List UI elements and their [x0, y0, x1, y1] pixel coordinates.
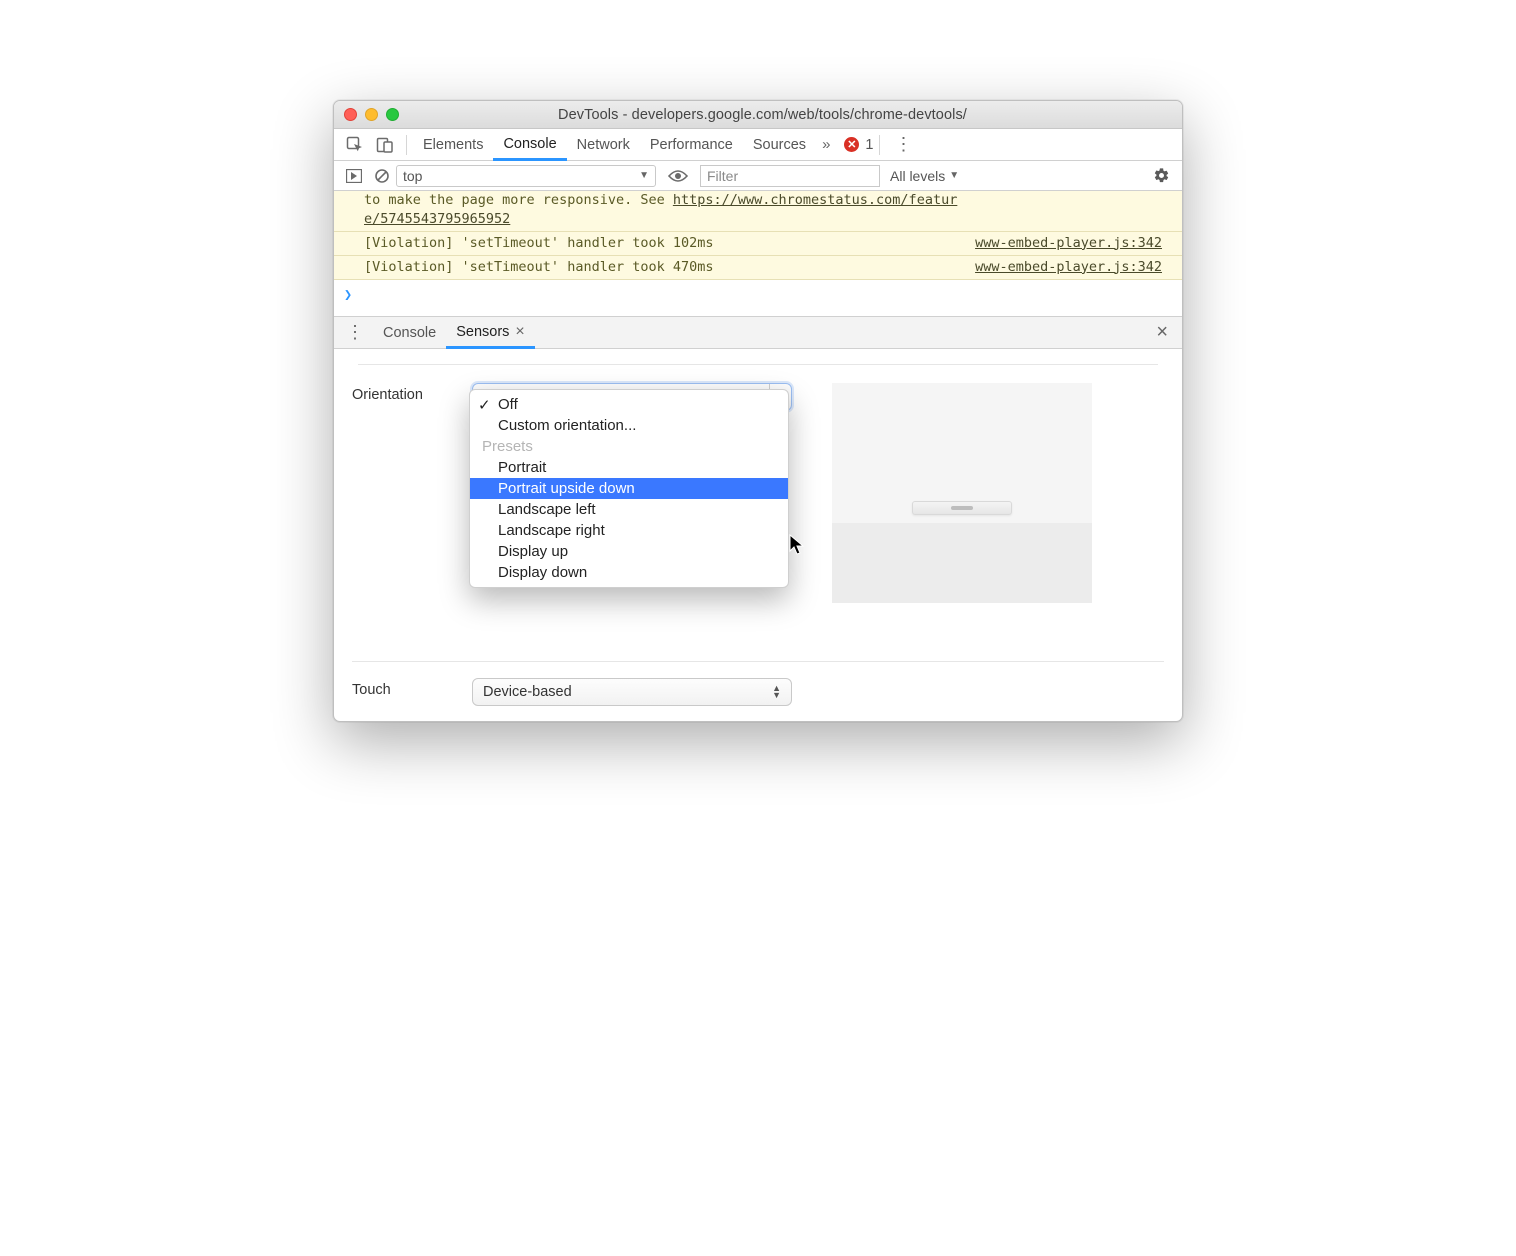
- filter-placeholder: Filter: [707, 168, 738, 184]
- dropdown-item-custom[interactable]: Custom orientation...: [470, 415, 788, 436]
- settings-menu-button[interactable]: ⋮: [886, 134, 921, 155]
- log-source-link[interactable]: www-embed-player.js:342: [975, 258, 1162, 277]
- log-link[interactable]: https://www.chromestatus.com/featur: [673, 192, 957, 208]
- orientation-label: Orientation: [352, 383, 472, 403]
- tab-elements[interactable]: Elements: [413, 129, 493, 160]
- drawer-tabs: ⋮ Console Sensors × ×: [334, 317, 1182, 349]
- dropdown-item-display-down[interactable]: Display down: [470, 562, 788, 583]
- drawer-menu-button[interactable]: ⋮: [338, 322, 373, 343]
- close-drawer-button[interactable]: ×: [1146, 321, 1178, 344]
- error-icon: ✕: [844, 137, 859, 152]
- context-selector[interactable]: top ▼: [396, 165, 656, 187]
- log-message: [Violation] 'setTimeout' handler took 47…: [364, 258, 714, 277]
- dropdown-item-portrait[interactable]: Portrait: [470, 457, 788, 478]
- cursor-icon: [789, 534, 807, 556]
- minimize-window-button[interactable]: [365, 108, 378, 121]
- tab-console[interactable]: Console: [493, 130, 566, 161]
- live-expression-icon[interactable]: [662, 165, 694, 187]
- drawer-tab-console[interactable]: Console: [373, 317, 446, 348]
- context-value: top: [403, 168, 422, 184]
- log-row[interactable]: [Violation] 'setTimeout' handler took 10…: [334, 232, 1182, 256]
- sensors-panel: Orientation ▲▼ Off Custom orientation...…: [334, 349, 1182, 721]
- close-window-button[interactable]: [344, 108, 357, 121]
- tab-network[interactable]: Network: [567, 129, 640, 160]
- separator: [879, 135, 880, 155]
- log-levels-dropdown[interactable]: All levels ▼: [890, 168, 959, 184]
- zoom-window-button[interactable]: [386, 108, 399, 121]
- chevron-down-icon: ▼: [949, 170, 959, 181]
- log-source-link[interactable]: www-embed-player.js:342: [975, 234, 1162, 253]
- console-log-list: to make the page more responsive. See ht…: [334, 191, 1182, 317]
- console-toolbar: top ▼ Filter All levels ▼: [334, 161, 1182, 191]
- main-tabs: Elements Console Network Performance Sou…: [334, 129, 1182, 161]
- divider: [358, 364, 1158, 365]
- select-stepper-icon: ▲▼: [772, 685, 781, 699]
- log-message: [Violation] 'setTimeout' handler took 10…: [364, 234, 714, 253]
- levels-label: All levels: [890, 168, 945, 184]
- log-row[interactable]: to make the page more responsive. See ht…: [334, 191, 1182, 232]
- titlebar: DevTools - developers.google.com/web/too…: [334, 101, 1182, 129]
- separator: [406, 135, 407, 155]
- inspect-icon[interactable]: [340, 132, 370, 158]
- device-preview[interactable]: [832, 383, 1092, 603]
- log-text: to make the page more responsive. See: [364, 192, 673, 208]
- touch-value: Device-based: [483, 684, 572, 700]
- tab-sources[interactable]: Sources: [743, 129, 816, 160]
- dropdown-group-label: Presets: [470, 436, 788, 457]
- tab-performance[interactable]: Performance: [640, 129, 743, 160]
- more-tabs-button[interactable]: »: [816, 136, 836, 153]
- drawer-tab-sensors[interactable]: Sensors ×: [446, 318, 535, 349]
- chevron-down-icon: ▼: [639, 170, 649, 181]
- touch-row: Touch Device-based ▲▼: [352, 661, 1164, 706]
- error-count: 1: [865, 137, 873, 153]
- close-tab-icon[interactable]: ×: [515, 323, 524, 341]
- log-link[interactable]: e/5745543795965952: [364, 211, 510, 227]
- dropdown-item-landscape-right[interactable]: Landscape right: [470, 520, 788, 541]
- dropdown-item-portrait-upside-down[interactable]: Portrait upside down: [470, 478, 788, 499]
- device-3d-model: [912, 501, 1012, 515]
- console-settings-icon[interactable]: [1147, 167, 1176, 184]
- error-badge[interactable]: ✕ 1: [844, 137, 873, 153]
- drawer-tab-label: Sensors: [456, 324, 509, 340]
- window-controls: [344, 108, 399, 121]
- touch-label: Touch: [352, 678, 472, 698]
- dropdown-item-off[interactable]: Off: [470, 394, 788, 415]
- filter-input[interactable]: Filter: [700, 165, 880, 187]
- console-prompt[interactable]: ❯: [334, 280, 1182, 318]
- toggle-sidebar-icon[interactable]: [340, 165, 368, 187]
- dropdown-item-landscape-left[interactable]: Landscape left: [470, 499, 788, 520]
- clear-console-icon[interactable]: [368, 164, 396, 188]
- device-toggle-icon[interactable]: [370, 132, 400, 158]
- dropdown-item-display-up[interactable]: Display up: [470, 541, 788, 562]
- orientation-dropdown: Off Custom orientation... Presets Portra…: [469, 389, 789, 588]
- devtools-window: DevTools - developers.google.com/web/too…: [333, 100, 1183, 722]
- window-title: DevTools - developers.google.com/web/too…: [413, 107, 1172, 123]
- touch-select[interactable]: Device-based ▲▼: [472, 678, 792, 706]
- log-row[interactable]: [Violation] 'setTimeout' handler took 47…: [334, 256, 1182, 280]
- preview-base: [832, 523, 1092, 603]
